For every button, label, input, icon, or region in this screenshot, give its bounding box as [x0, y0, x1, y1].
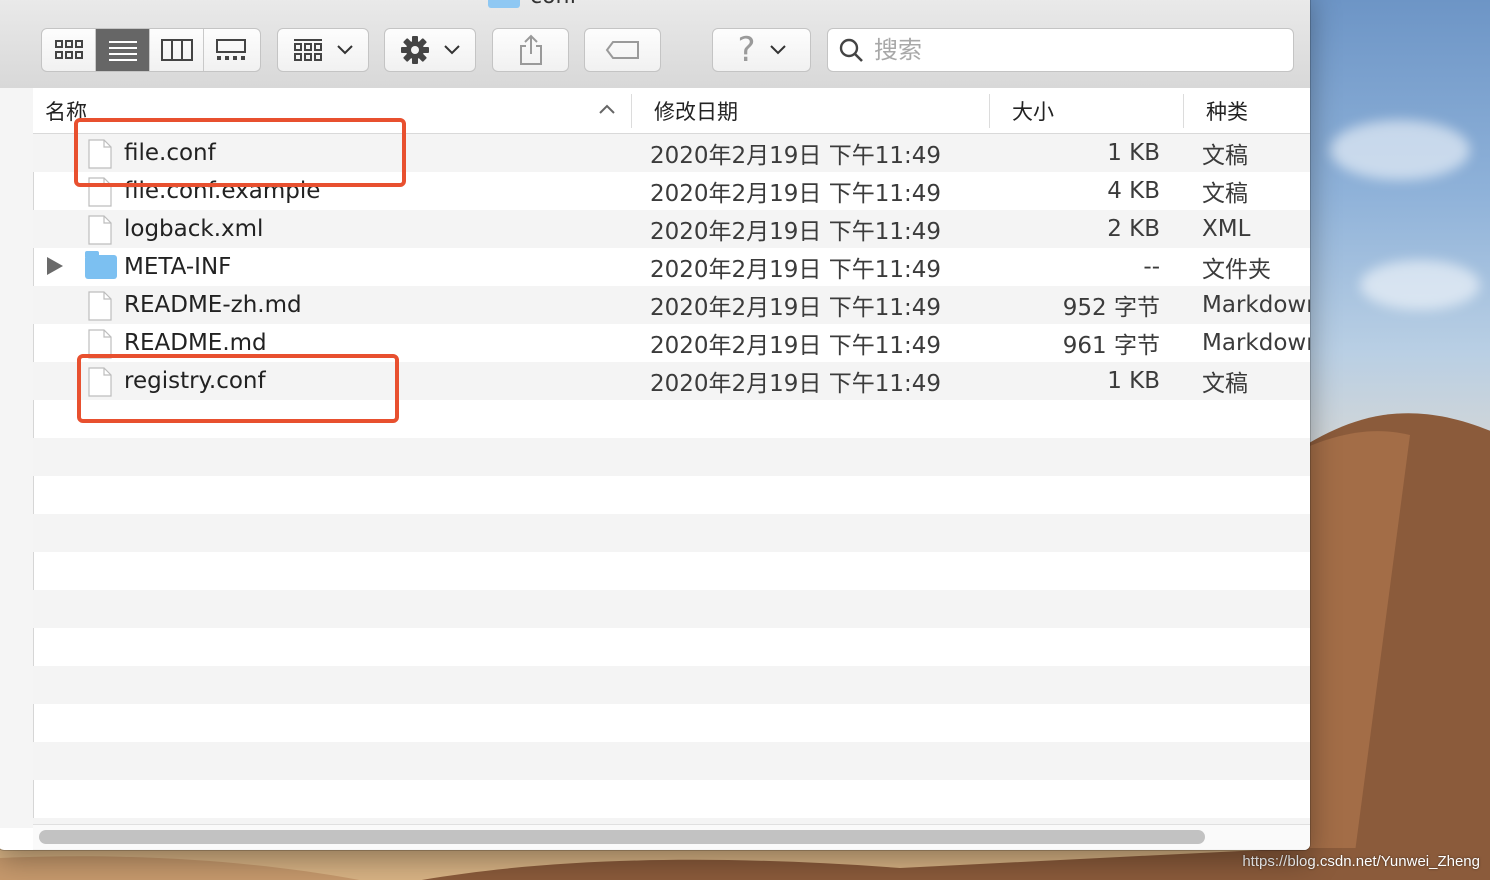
sort-ascending-icon[interactable]: [599, 104, 615, 114]
empty-row: [33, 590, 1310, 628]
question-mark-icon: ?: [737, 30, 756, 70]
tag-icon: [605, 41, 639, 59]
empty-row: [33, 704, 1310, 742]
gear-icon: [401, 36, 429, 64]
column-divider[interactable]: [1183, 94, 1184, 128]
search-icon: [839, 38, 863, 62]
file-name: README-zh.md: [124, 292, 302, 318]
watermark: https://blog.csdn.net/Yunwei_Zheng: [1242, 853, 1480, 870]
list-view-button[interactable]: [96, 29, 150, 71]
document-icon: [88, 291, 112, 321]
folder-icon: [85, 251, 117, 279]
column-size-label: 大小: [1012, 99, 1054, 124]
file-kind: 文件夹: [1202, 257, 1271, 283]
file-size: 2 KB: [1107, 216, 1160, 242]
file-date: 2020年2月19日 下午11:49: [650, 257, 942, 283]
file-date: 2020年2月19日 下午11:49: [650, 371, 942, 397]
toolbar: conf: [0, 0, 1310, 89]
empty-row: [33, 742, 1310, 780]
column-divider[interactable]: [631, 94, 632, 128]
file-date: 2020年2月19日 下午11:49: [650, 143, 942, 169]
view-mode-control: [41, 28, 261, 72]
empty-row: [33, 514, 1310, 552]
empty-row: [33, 438, 1310, 476]
tag-button[interactable]: [584, 28, 661, 72]
help-button[interactable]: ?: [712, 28, 811, 72]
columns-icon: [160, 39, 193, 61]
document-icon: [88, 215, 112, 245]
column-view-button[interactable]: [150, 29, 204, 71]
file-kind: 文稿: [1202, 371, 1248, 397]
window-title: conf: [488, 0, 577, 9]
file-size: 961 字节: [1062, 333, 1160, 359]
icon-grid-icon: [54, 40, 83, 59]
scrollbar-thumb[interactable]: [39, 830, 1205, 844]
empty-row: [33, 476, 1310, 514]
action-menu-button[interactable]: [384, 28, 476, 72]
gallery-view-button[interactable]: [204, 29, 258, 71]
search-input[interactable]: [872, 35, 1276, 65]
file-size: 1 KB: [1107, 140, 1160, 166]
file-row[interactable]: README-zh.md 2020年2月19日 下午11:49 952 字节 M…: [33, 286, 1310, 324]
chevron-down-icon: [444, 45, 460, 55]
column-kind[interactable]: 种类: [1206, 88, 1248, 133]
empty-row: [33, 780, 1310, 818]
file-kind: XML: [1202, 216, 1251, 242]
file-kind: Markdown: [1202, 292, 1310, 318]
empty-row: [33, 628, 1310, 666]
highlight-box-file-conf: [74, 118, 406, 187]
column-kind-label: 种类: [1206, 99, 1248, 124]
folder-row[interactable]: META-INF 2020年2月19日 下午11:49 -- 文件夹: [33, 248, 1310, 286]
file-date: 2020年2月19日 下午11:49: [650, 295, 942, 321]
horizontal-scrollbar[interactable]: [33, 824, 1310, 849]
column-date-label: 修改日期: [654, 99, 738, 124]
file-date: 2020年2月19日 下午11:49: [650, 219, 942, 245]
folder-icon: [488, 0, 520, 8]
group-grid-icon: [294, 39, 322, 61]
empty-row: [33, 666, 1310, 704]
file-kind: 文稿: [1202, 143, 1248, 169]
highlight-box-registry-conf: [77, 354, 399, 423]
file-name: logback.xml: [124, 216, 264, 242]
window-title-text: conf: [530, 0, 577, 9]
file-row[interactable]: logback.xml 2020年2月19日 下午11:49 2 KB XML: [33, 210, 1310, 248]
search-field[interactable]: [827, 28, 1294, 72]
file-date: 2020年2月19日 下午11:49: [650, 181, 942, 207]
share-button[interactable]: [492, 28, 569, 72]
gallery-icon: [216, 39, 246, 60]
disclosure-triangle-icon[interactable]: [47, 257, 63, 275]
chevron-down-icon: [337, 45, 353, 55]
file-size: 4 KB: [1107, 178, 1160, 204]
file-name: META-INF: [124, 254, 232, 280]
file-date: 2020年2月19日 下午11:49: [650, 333, 942, 359]
group-by-button[interactable]: [277, 28, 369, 72]
file-size: 952 字节: [1062, 295, 1160, 321]
file-kind: Markdown: [1202, 330, 1310, 356]
sidebar-edge: [0, 88, 34, 828]
chevron-down-icon: [769, 45, 786, 55]
share-icon: [519, 34, 542, 65]
empty-row: [33, 552, 1310, 590]
file-kind: 文稿: [1202, 181, 1248, 207]
column-date[interactable]: 修改日期: [654, 88, 738, 133]
column-divider[interactable]: [989, 94, 990, 128]
column-size[interactable]: 大小: [1012, 88, 1054, 133]
file-size: 1 KB: [1107, 368, 1160, 394]
sand-dune: [1290, 413, 1490, 880]
list-icon: [108, 41, 137, 61]
file-list: file.conf 2020年2月19日 下午11:49 1 KB 文稿 fil…: [33, 134, 1310, 850]
file-size: --: [1143, 254, 1160, 280]
icon-view-button[interactable]: [42, 29, 96, 71]
